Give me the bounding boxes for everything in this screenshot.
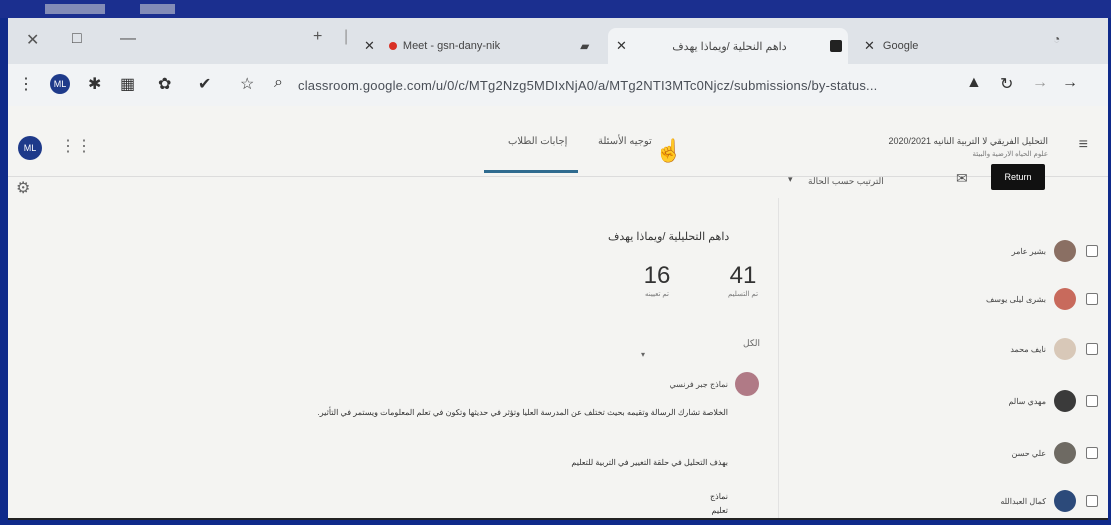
sort-dropdown-caret-icon[interactable]: ▾ — [788, 174, 793, 185]
post-signature: تعليم — [711, 506, 728, 515]
student-row[interactable]: كمال العبدالله — [908, 484, 1098, 518]
tab-label: Google — [882, 40, 919, 52]
tab-separator: | — [344, 28, 349, 45]
student-name: كمال العبدالله — [1000, 496, 1046, 506]
browser-toolbar: ⋮ ML ✱ ▦ ✿ ✔ ☆ ⌕ classroom.google.com/u/… — [8, 64, 1108, 107]
student-name: نايف محمد — [1010, 344, 1046, 354]
stat-turned-in: 41 تم التسليم — [708, 262, 778, 298]
email-icon[interactable]: ✉ — [956, 170, 968, 187]
menu-kebab-icon[interactable]: ⋮ — [18, 74, 34, 94]
stat-label: تم تعيينه — [645, 291, 669, 298]
hamburger-menu-icon[interactable]: ≡ — [1079, 136, 1088, 154]
sort-dropdown[interactable]: الترتيب حسب الحالة — [808, 176, 884, 187]
hand-cursor-icon: ☝ — [655, 138, 683, 163]
stat-label: تم التسليم — [727, 291, 759, 298]
tab-student-work[interactable]: إجابات الطلاب — [508, 136, 567, 147]
classroom-favicon-icon — [830, 40, 842, 52]
minimize-window-icon[interactable]: — — [120, 30, 136, 48]
reload-icon[interactable]: ↻ — [1000, 74, 1013, 94]
close-window-icon[interactable]: ✕ — [26, 30, 39, 50]
student-checkbox[interactable] — [1086, 293, 1098, 305]
media-icon[interactable]: ▰ — [580, 39, 589, 53]
ext-brain-icon[interactable]: ✿ — [158, 74, 171, 94]
post-signature: نماذج — [709, 492, 728, 501]
apps-grid-icon[interactable]: ⋮⋮ — [60, 136, 92, 156]
close-tab-icon[interactable]: ✕ — [364, 38, 375, 54]
student-checkbox[interactable] — [1086, 395, 1098, 407]
student-avatar — [1054, 442, 1076, 464]
tab-label: داهم النحلية /ويماذا يهدف — [672, 40, 787, 53]
tab-instructions[interactable]: توجيه الأسئلة — [598, 136, 652, 147]
active-tab-indicator — [484, 170, 578, 173]
student-avatar — [1054, 338, 1076, 360]
back-icon[interactable]: → — [1062, 74, 1078, 92]
post-author: نماذج جبر فرنسي — [669, 380, 728, 389]
new-tab-icon[interactable]: + — [313, 28, 322, 46]
student-row[interactable]: بشرى ليلى يوسف — [908, 282, 1098, 316]
panel-divider — [778, 198, 779, 518]
checkmark-icon[interactable]: ✔ — [198, 74, 211, 94]
bezel-mark — [140, 4, 175, 14]
course-title: التحليل الفريقي لا التربية النانيه 2020/… — [888, 136, 1049, 146]
stat-assigned: 16 تم تعيينه — [622, 262, 692, 298]
tab-meet[interactable]: ✕ Meet - gsn-dany-nik ▰ — [356, 30, 589, 62]
course-subtitle: علوم الحياه الارضية والبيئة — [972, 151, 1048, 158]
close-tab-icon[interactable]: ✕ — [616, 38, 627, 54]
stat-number: 41 — [729, 262, 757, 289]
filter-label: الكل — [743, 338, 761, 348]
student-checkbox[interactable] — [1086, 245, 1098, 257]
student-checkbox[interactable] — [1086, 495, 1098, 507]
lock-icon: ▲ — [966, 74, 982, 91]
close-tab-icon[interactable]: ✕ — [864, 38, 875, 54]
student-name: مهدي سالم — [1008, 396, 1046, 406]
tab-classroom[interactable]: ✕ داهم النحلية /ويماذا يهدف — [608, 28, 848, 64]
student-row[interactable]: نايف محمد — [908, 332, 1098, 366]
tab-label: Meet - gsn-dany-nik — [402, 40, 501, 52]
student-name: بشير عامر — [1011, 246, 1046, 256]
student-avatar — [1054, 390, 1076, 412]
forward-icon[interactable]: → — [1032, 74, 1048, 92]
student-row[interactable]: بشير عامر — [908, 234, 1098, 268]
return-button[interactable]: Return — [991, 164, 1045, 190]
student-row[interactable]: مهدي سالم — [908, 384, 1098, 418]
stat-number: 16 — [643, 262, 671, 289]
post-author-avatar — [735, 372, 759, 396]
bookmark-star-icon[interactable]: ☆ — [240, 74, 254, 94]
student-avatar — [1054, 240, 1076, 262]
student-checkbox[interactable] — [1086, 447, 1098, 459]
address-bar[interactable]: classroom.google.com/u/0/c/MTg2Nzg5MDIxN… — [298, 72, 948, 98]
profile-icon[interactable]: ◔ — [1053, 32, 1060, 46]
browser-window: ✕ □ — + | ✕ Meet - gsn-dany-nik ▰ ✕ داهم… — [8, 18, 1108, 520]
assignment-title: داهم التحليلية /ويماذا يهدف — [608, 231, 730, 243]
post-body: الخلاصة تشارك الرسالة وتقيمه بحيث تختلف … — [317, 408, 728, 417]
tab-strip: ✕ □ — + | ✕ Meet - gsn-dany-nik ▰ ✕ داهم… — [8, 18, 1108, 64]
account-avatar[interactable]: ML — [18, 136, 42, 160]
restore-window-icon[interactable]: □ — [72, 30, 82, 48]
post-line: بهذف التحليل في حلقة التغيير في التربية … — [571, 458, 728, 467]
student-avatar — [1054, 490, 1076, 512]
settings-gear-icon[interactable]: ⚙ — [16, 178, 30, 198]
student-row[interactable]: علي حسن — [908, 436, 1098, 470]
student-name: بشرى ليلى يوسف — [986, 294, 1046, 304]
tab-google[interactable]: ✕ Google — [856, 30, 918, 62]
recording-icon — [388, 42, 397, 50]
search-icon[interactable]: ⌕ — [274, 74, 283, 92]
chevron-down-icon[interactable]: ▾ — [641, 350, 645, 359]
student-checkbox[interactable] — [1086, 343, 1098, 355]
classroom-header: ML ⋮⋮ إجابات الطلاب توجيه الأسئلة التحلي… — [8, 106, 1108, 177]
student-avatar — [1054, 288, 1076, 310]
extension-badge-icon[interactable]: ML — [50, 74, 70, 94]
bezel-mark — [45, 4, 105, 14]
student-name: علي حسن — [1011, 448, 1046, 458]
grid-extension-icon[interactable]: ▦ — [120, 74, 135, 94]
monitor-bezel — [0, 0, 1111, 18]
extension-pin-icon[interactable]: ✱ — [88, 74, 101, 94]
